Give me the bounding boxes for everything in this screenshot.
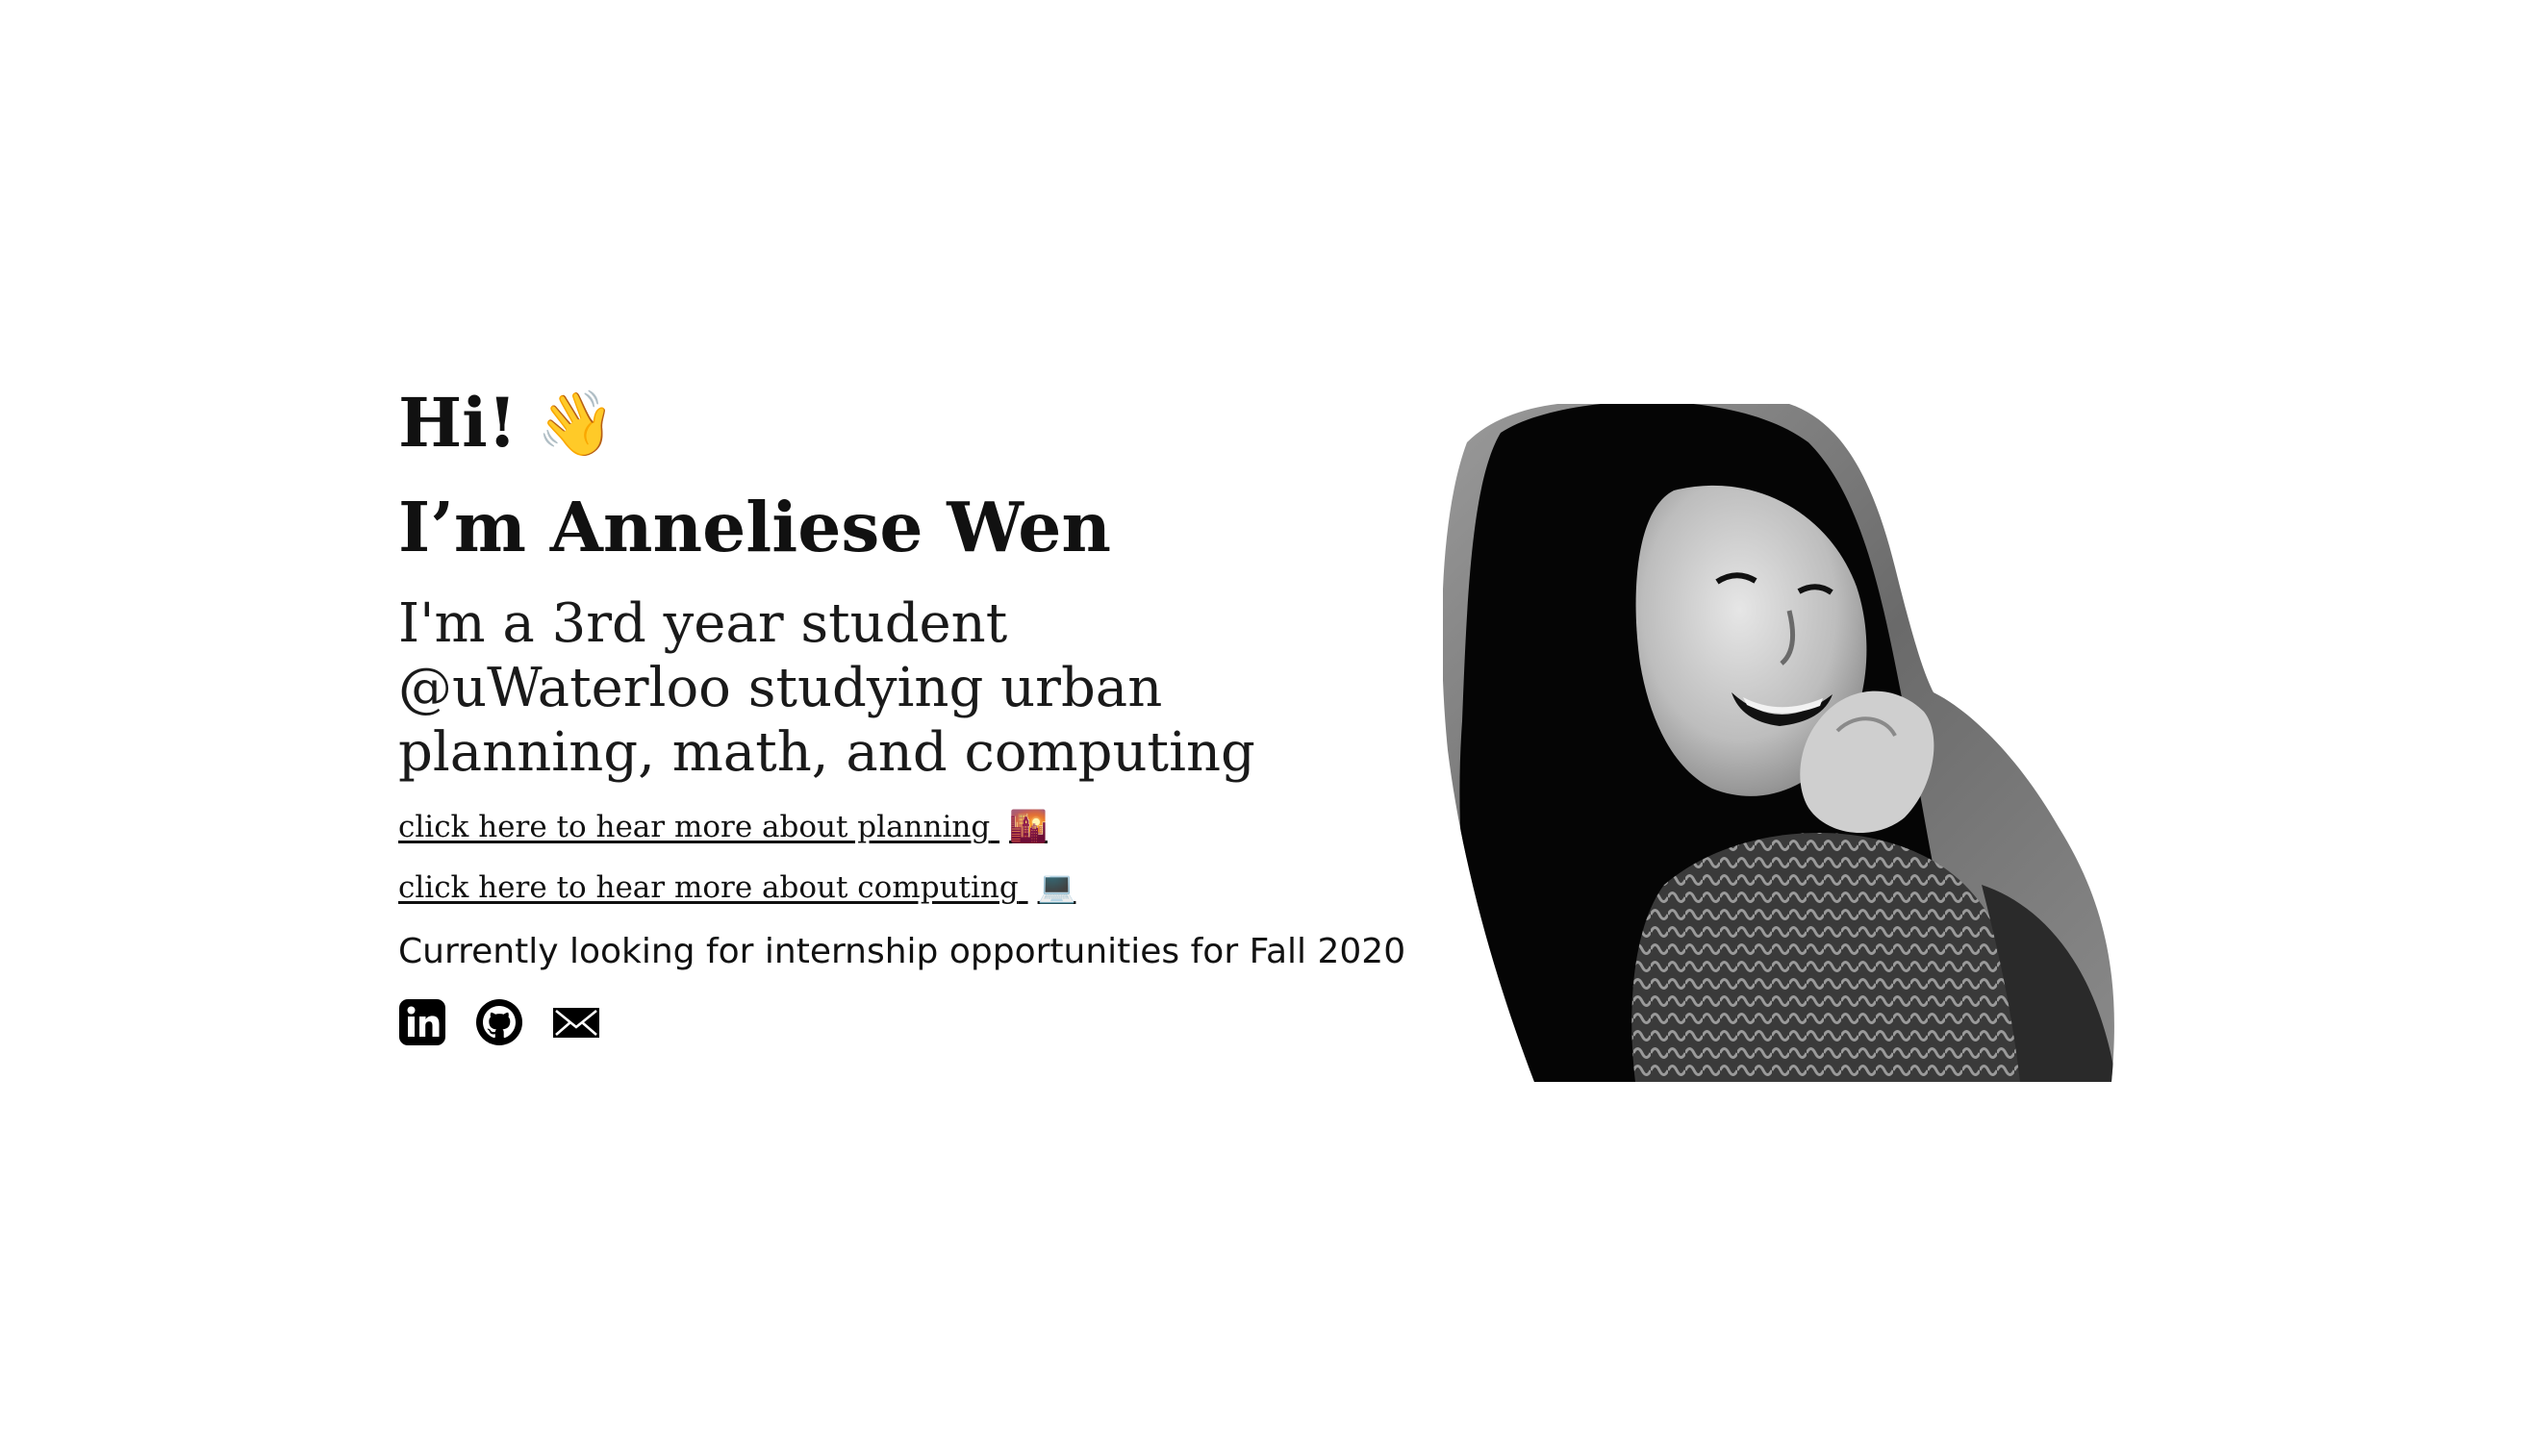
github-link[interactable] [475,998,523,1046]
planning-link-label: click here to hear more about planning [398,810,991,844]
computing-link-label: click here to hear more about computing [398,870,1019,905]
linkedin-icon [399,999,445,1045]
mail-icon [553,1008,599,1038]
greeting-heading: Hi! 👋 [398,380,1437,466]
sunset-city-icon: 🌇 [1009,808,1048,844]
waving-hand-icon: 👋 [536,386,616,461]
name-heading: I’m Anneliese Wen [398,487,1111,567]
social-links [398,998,1437,1046]
portrait-cutout [1443,404,2114,1082]
greeting-text: Hi! [398,383,518,463]
intro-section: Hi! 👋 I’m Anneliese Wen I'm a 3rd year s… [398,380,1437,1046]
portrait-photo [1443,404,2116,1082]
github-icon [476,999,522,1045]
laptop-icon: 💻 [1037,868,1076,905]
computing-link[interactable]: click here to hear more about computing … [398,865,1437,910]
planning-link[interactable]: click here to hear more about planning 🌇 [398,804,1437,849]
internship-status-text: Currently looking for internship opportu… [398,932,1406,971]
page: Hi! 👋 I’m Anneliese Wen I'm a 3rd year s… [0,0,2528,1456]
bio-text: I'm a 3rd year student @uWaterloo studyi… [398,592,1255,784]
linkedin-link[interactable] [398,998,446,1046]
email-link[interactable] [552,998,600,1046]
